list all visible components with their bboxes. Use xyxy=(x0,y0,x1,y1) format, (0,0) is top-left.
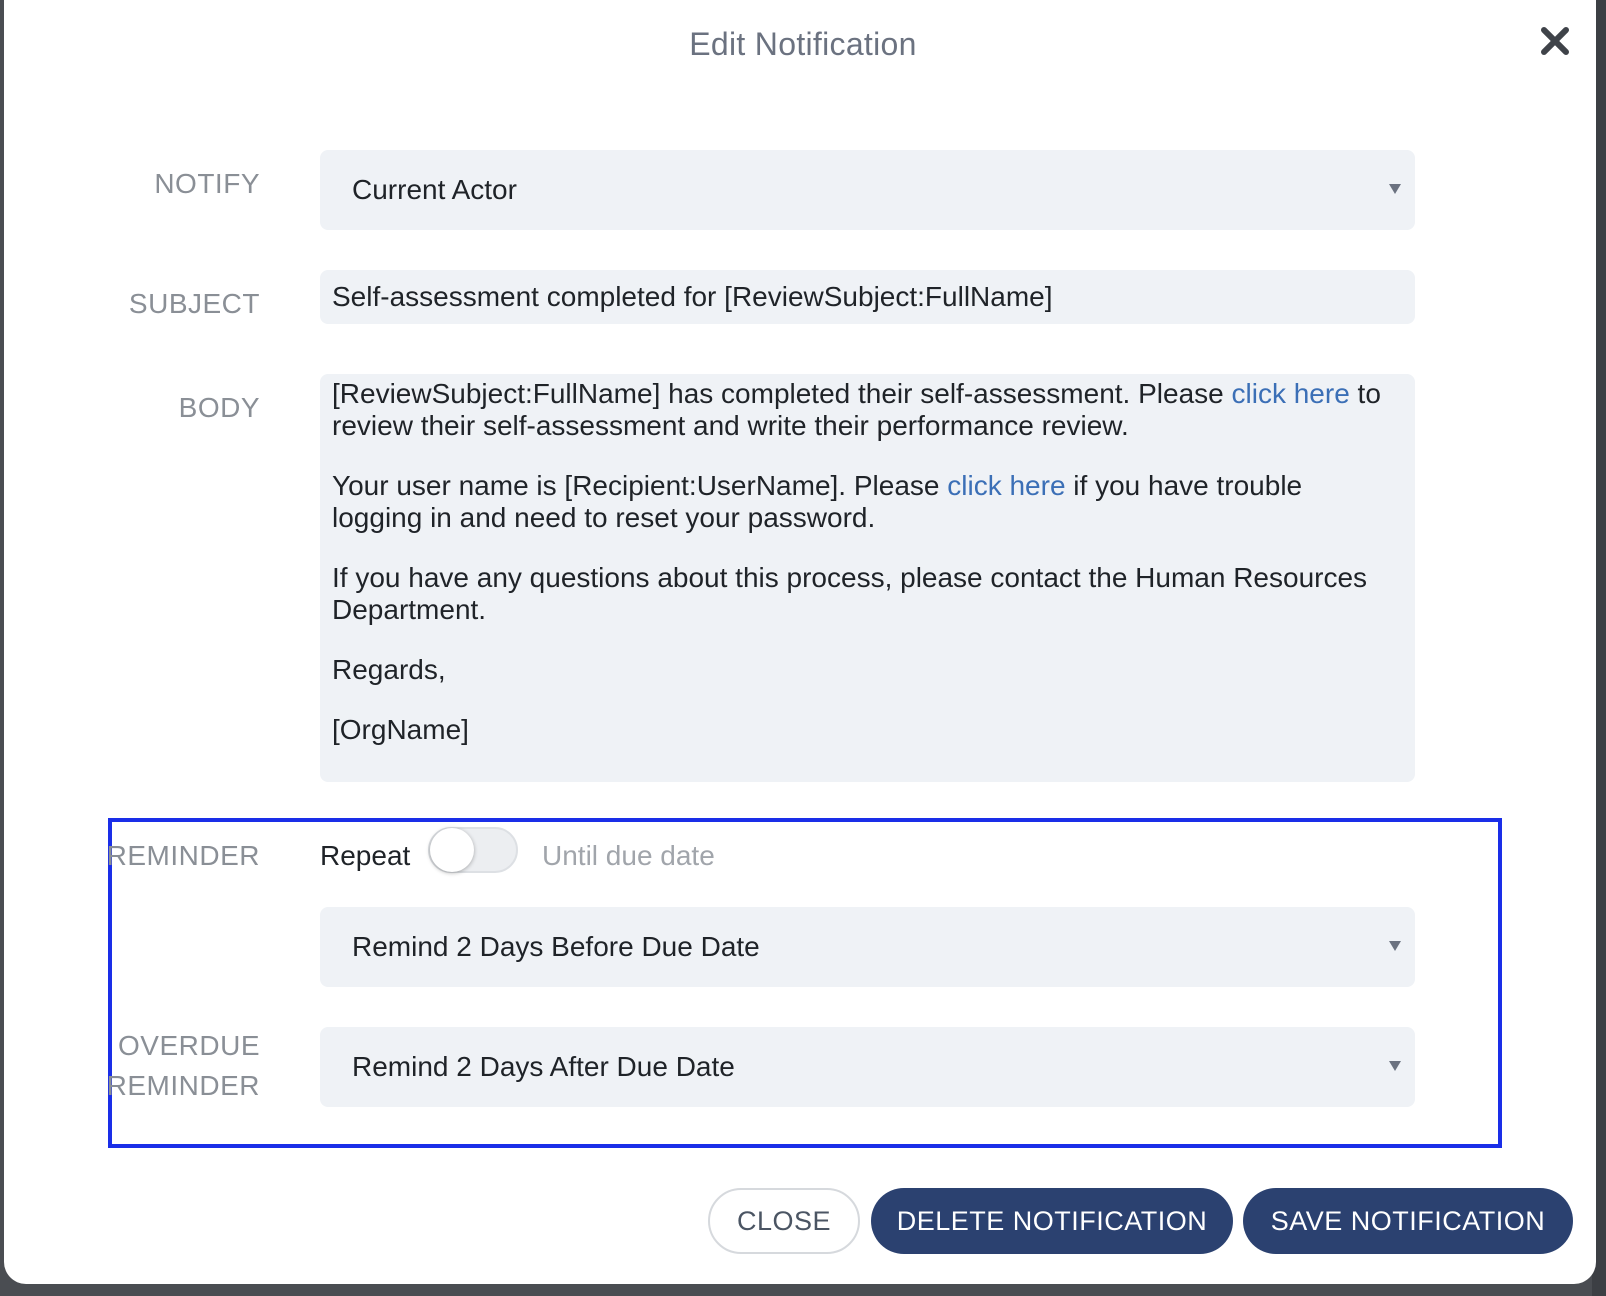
notify-selected-value: Current Actor xyxy=(352,174,517,205)
reminder-label: REMINDER xyxy=(106,840,260,871)
review-click-here-link[interactable]: click here xyxy=(1232,378,1350,409)
chevron-down-icon xyxy=(1389,941,1401,951)
close-button[interactable]: CLOSE xyxy=(708,1188,860,1254)
until-due-date-label: Until due date xyxy=(542,840,715,871)
reminder-selected-value: Remind 2 Days Before Due Date xyxy=(352,931,760,962)
subject-value: Self-assessment completed for [ReviewSub… xyxy=(332,281,1053,312)
overdue-label-line1: OVERDUE xyxy=(118,1030,260,1061)
body-paragraph: Your user name is [Recipient:UserName]. … xyxy=(332,470,1395,534)
body-editor[interactable]: [ReviewSubject:FullName] has completed t… xyxy=(320,374,1415,782)
body-label: BODY xyxy=(178,392,260,423)
subject-input[interactable]: Self-assessment completed for [ReviewSub… xyxy=(320,270,1415,324)
body-paragraph: [OrgName] xyxy=(332,714,469,745)
overdue-reminder-select[interactable]: Remind 2 Days After Due Date xyxy=(320,1027,1415,1107)
delete-notification-button[interactable]: DELETE NOTIFICATION xyxy=(871,1188,1233,1254)
subject-label: SUBJECT xyxy=(128,288,260,319)
overdue-label-line2: REMINDER xyxy=(106,1070,260,1101)
close-icon[interactable] xyxy=(1538,24,1572,58)
body-text: [ReviewSubject:FullName] has completed t… xyxy=(332,378,1232,409)
reset-password-click-here-link[interactable]: click here xyxy=(947,470,1065,501)
body-paragraph: Regards, xyxy=(332,654,446,685)
body-paragraph: [ReviewSubject:FullName] has completed t… xyxy=(332,378,1395,442)
overdue-selected-value: Remind 2 Days After Due Date xyxy=(352,1051,735,1082)
reminder-select[interactable]: Remind 2 Days Before Due Date xyxy=(320,907,1415,987)
save-notification-button[interactable]: SAVE NOTIFICATION xyxy=(1243,1188,1573,1254)
repeat-toggle[interactable] xyxy=(428,827,518,873)
chevron-down-icon xyxy=(1389,1061,1401,1071)
repeat-label: Repeat xyxy=(320,840,411,871)
body-paragraph: If you have any questions about this pro… xyxy=(332,562,1368,625)
notify-label: NOTIFY xyxy=(154,168,260,199)
toggle-knob xyxy=(430,828,474,872)
dialog-title: Edit Notification xyxy=(689,26,917,62)
notify-select[interactable]: Current Actor xyxy=(320,150,1415,230)
body-text: Your user name is [Recipient:UserName]. … xyxy=(332,470,948,501)
chevron-down-icon xyxy=(1389,184,1401,194)
